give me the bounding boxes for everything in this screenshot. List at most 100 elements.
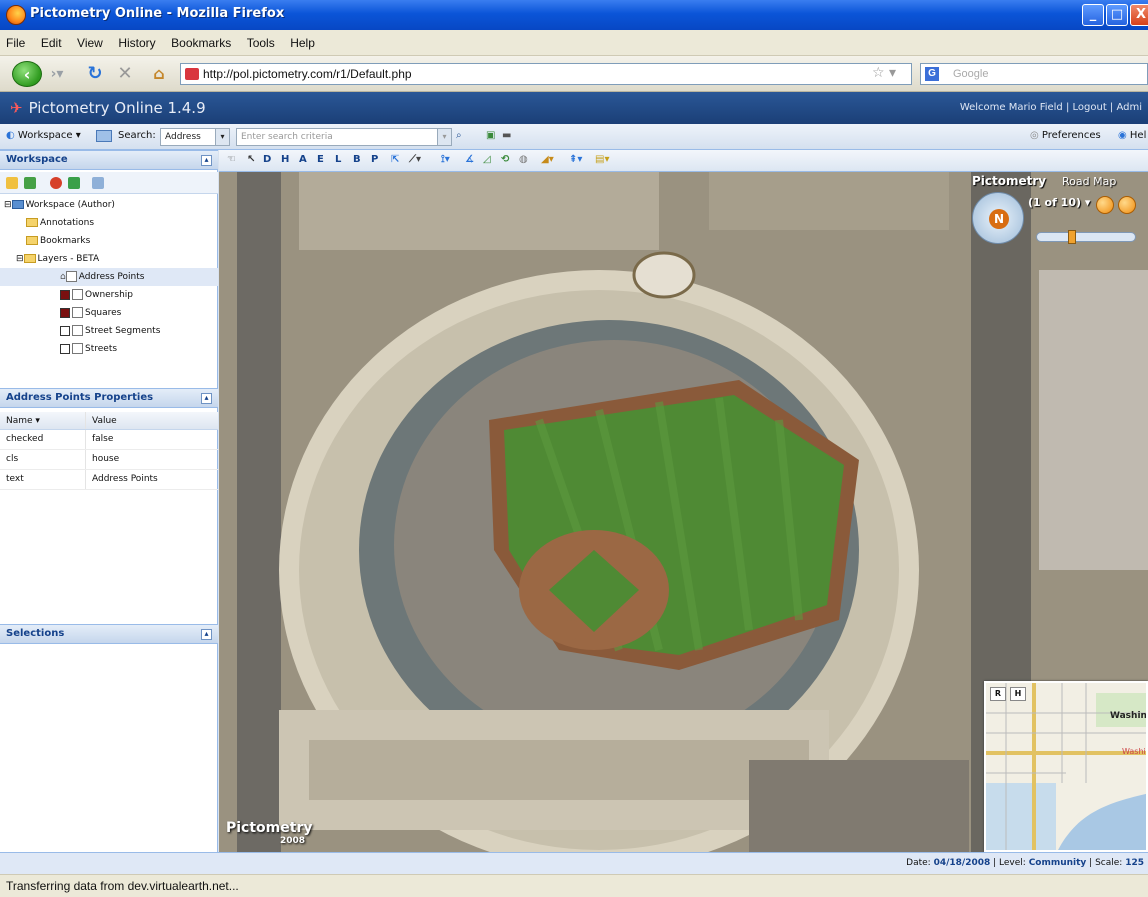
window-icon[interactable]: [96, 130, 112, 142]
layer-checkbox[interactable]: [72, 307, 83, 318]
tool-e[interactable]: E: [317, 154, 324, 165]
property-value[interactable]: Address Points: [86, 470, 186, 489]
tree-item-annotations[interactable]: Annotations: [26, 214, 94, 232]
folder-icon: [26, 236, 38, 245]
road-map-toggle[interactable]: Road Map: [1062, 175, 1116, 188]
workspace-icon-bar: [0, 172, 218, 194]
url-bar[interactable]: http://pol.pictometry.com/r1/Default.php: [180, 63, 912, 85]
layer-item-streets[interactable]: Streets: [60, 340, 117, 358]
export-tool-icon[interactable]: ▤▾: [595, 154, 609, 165]
maximize-button[interactable]: □: [1106, 4, 1128, 26]
search-type-select[interactable]: Address ▾: [160, 128, 230, 146]
open-folder-icon[interactable]: [6, 177, 18, 189]
collapse-icon[interactable]: ▴: [201, 629, 212, 640]
select-arrow-icon[interactable]: ↖: [247, 154, 255, 165]
collapse-icon[interactable]: ▴: [201, 155, 212, 166]
add-icon[interactable]: [24, 177, 36, 189]
menu-bookmarks[interactable]: Bookmarks: [165, 30, 237, 56]
distance-tool-icon[interactable]: ∡: [465, 154, 474, 165]
globe-icon[interactable]: ◍: [519, 154, 528, 165]
home-button[interactable]: ⌂: [146, 61, 172, 87]
tool-h[interactable]: H: [281, 154, 289, 165]
gear-icon: ◎: [1030, 130, 1042, 141]
tree-root[interactable]: ⊟ Workspace (Author): [4, 196, 115, 214]
table-row[interactable]: text Address Points: [0, 470, 218, 490]
property-value[interactable]: false: [86, 430, 186, 449]
minimap-road-tab[interactable]: R: [990, 687, 1006, 701]
layer-item-address-points[interactable]: ⌂ Address Points: [0, 268, 218, 286]
line-tool-icon[interactable]: ⟋▾: [409, 154, 421, 165]
layer-checkbox[interactable]: [72, 289, 83, 300]
tree-item-layers[interactable]: ⊟ Layers - BETA: [16, 250, 99, 268]
column-header-value[interactable]: Value: [86, 412, 186, 429]
workspace-menu-button[interactable]: ◐ Workspace ▾: [6, 130, 81, 141]
map-layer-icon[interactable]: ▣: [486, 130, 495, 141]
workspace-panel-header[interactable]: Workspace ▴: [0, 150, 218, 170]
tool-d[interactable]: D: [263, 154, 271, 165]
menu-edit[interactable]: Edit: [35, 30, 68, 56]
compass-rose[interactable]: N: [972, 192, 1024, 244]
welcome-text[interactable]: Welcome Mario Field | Logout | Admi: [960, 102, 1142, 113]
property-value[interactable]: house: [86, 450, 186, 469]
image-counter[interactable]: (1 of 10) ▾: [1028, 196, 1090, 209]
menu-file[interactable]: File: [0, 30, 31, 56]
menu-tools[interactable]: Tools: [241, 30, 281, 56]
menu-view[interactable]: View: [71, 30, 109, 56]
tool-p[interactable]: P: [371, 154, 378, 165]
layer-checkbox[interactable]: [72, 343, 83, 354]
table-row[interactable]: checked false: [0, 430, 218, 450]
layer-item-street-segments[interactable]: Street Segments: [60, 322, 160, 340]
layer-swatch: [60, 325, 70, 336]
area-tool-icon[interactable]: ◿: [483, 154, 491, 165]
forward-button[interactable]: ›▾: [46, 61, 68, 87]
elevation-tool-icon[interactable]: ◢▾: [541, 154, 554, 165]
previous-image-button[interactable]: [1096, 196, 1114, 214]
menu-help[interactable]: Help: [284, 30, 321, 56]
preferences-button[interactable]: ◎ Preferences: [1030, 130, 1101, 141]
height-tool-icon[interactable]: ⇞▾: [569, 154, 582, 165]
app-header: ✈ Pictometry Online 1.4.9 Welcome Mario F…: [0, 92, 1148, 124]
tool-b[interactable]: B: [353, 154, 361, 165]
measure-icon[interactable]: ▬: [502, 130, 511, 141]
measure-tool-icon[interactable]: ⟟▾: [441, 154, 450, 165]
minimap-hybrid-tab[interactable]: H: [1010, 687, 1026, 701]
layer-checkbox[interactable]: [72, 325, 83, 336]
tool-a[interactable]: A: [299, 154, 307, 165]
reload-button[interactable]: ↻: [82, 61, 108, 87]
close-button[interactable]: X: [1130, 4, 1148, 26]
tool-l[interactable]: L: [335, 154, 341, 165]
properties-panel-header[interactable]: Address Points Properties ▴: [0, 388, 218, 408]
table-row[interactable]: cls house: [0, 450, 218, 470]
expand-icon[interactable]: ⊟: [16, 254, 24, 264]
zoom-slider[interactable]: [1036, 230, 1136, 244]
stop-button[interactable]: ✕: [112, 61, 138, 87]
cursor-tool-icon[interactable]: ⇱: [391, 154, 399, 165]
layer-checkbox[interactable]: [65, 271, 77, 282]
overview-minimap[interactable]: R H Washing Washi: [984, 681, 1148, 852]
bearing-tool-icon[interactable]: ⟲: [501, 154, 509, 165]
minimize-button[interactable]: _: [1082, 4, 1104, 26]
watermark-text: Pictometry: [226, 820, 313, 836]
zoom-slider-thumb[interactable]: [1068, 230, 1076, 244]
north-icon[interactable]: N: [989, 209, 1009, 229]
selections-panel-header[interactable]: Selections ▴: [0, 624, 218, 644]
pan-icon[interactable]: ☜: [227, 154, 236, 165]
collapse-icon[interactable]: ▴: [201, 393, 212, 404]
menu-history[interactable]: History: [112, 30, 161, 56]
search-icon[interactable]: ⌕: [456, 130, 462, 141]
browser-status-bar: Transferring data from dev.virtualearth.…: [0, 874, 1148, 897]
column-header-name[interactable]: Name ▾: [0, 412, 86, 429]
back-button[interactable]: ‹: [12, 61, 42, 87]
delete-icon[interactable]: [50, 177, 62, 189]
refresh-icon[interactable]: [68, 177, 80, 189]
tree-item-bookmarks[interactable]: Bookmarks: [26, 232, 90, 250]
next-image-button[interactable]: [1118, 196, 1136, 214]
layer-item-ownership[interactable]: Ownership: [60, 286, 133, 304]
options-icon[interactable]: [92, 177, 104, 189]
browser-search-box[interactable]: G Google: [920, 63, 1148, 85]
expand-icon[interactable]: ⊟: [4, 200, 12, 210]
bookmark-star-icon[interactable]: ☆ ▾: [872, 65, 896, 81]
search-criteria-input[interactable]: Enter search criteria ▾: [236, 128, 452, 146]
help-button[interactable]: ◉ Hel: [1118, 130, 1146, 141]
layer-item-squares[interactable]: Squares: [60, 304, 121, 322]
